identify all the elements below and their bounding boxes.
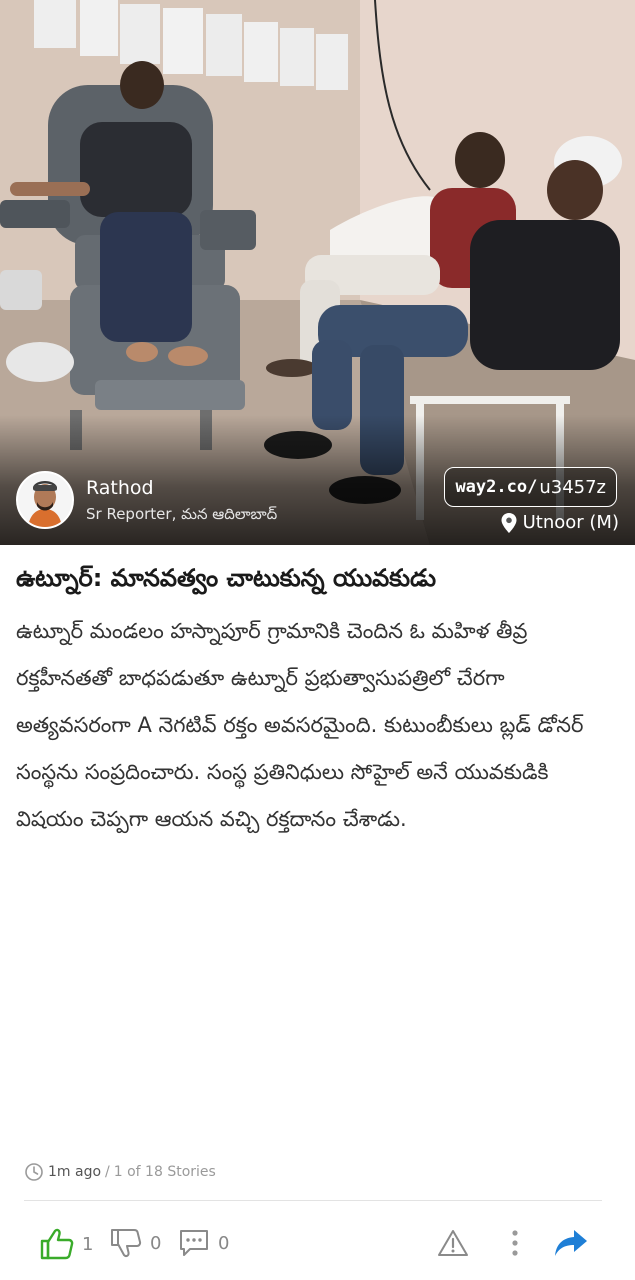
comment-icon [180,1230,208,1256]
meta-separator: / [105,1164,110,1180]
hero-photo: Rathod Sr Reporter, మన ఆదిలాబాద్ way2.co… [0,0,635,545]
story-time: 1m ago [48,1164,102,1180]
short-link-badge[interactable]: way2.co/ u3457z [444,467,617,507]
report-warning-icon [438,1230,468,1256]
reporter-role: Sr Reporter, మన ఆదిలాబాద్ [86,505,278,523]
location-text: Utnoor (M) [522,512,619,533]
story-position: 1 of 18 Stories [113,1164,216,1180]
action-bar: 1 0 0 [0,1222,635,1268]
dislike-button[interactable]: 0 [110,1228,161,1258]
dislike-count: 0 [150,1232,162,1254]
reporter-info[interactable]: Rathod Sr Reporter, మన ఆదిలాబాద్ [16,471,277,529]
comment-count: 0 [218,1232,230,1254]
like-count: 1 [82,1233,94,1255]
thumbs-down-icon [111,1229,142,1258]
story-meta: 1m ago / 1 of 18 Stories [24,1162,216,1182]
report-button[interactable] [436,1226,470,1260]
like-button[interactable]: 1 [40,1228,93,1260]
article-headline: ఉట్నూర్: మానవత్వం చాటుకున్న యువకుడు [16,564,437,592]
more-options-button[interactable] [498,1226,532,1260]
reporter-avatar[interactable] [16,471,74,529]
reporter-name[interactable]: Rathod [86,475,277,501]
divider [24,1200,602,1201]
article-body: ఉట్నూర్ మండలం హస్నాపూర్ గ్రామానికి చెంది… [16,619,584,831]
location-pin-icon [501,512,517,533]
share-arrow-icon [555,1230,587,1256]
short-link-brand: way2.co/ [455,477,538,497]
clock-icon [25,1163,43,1181]
share-button[interactable] [552,1226,590,1260]
thumbs-up-icon [40,1228,74,1260]
location-tag: Utnoor (M) [501,512,619,533]
avatar-image [18,473,72,527]
short-link-code: u3457z [539,476,606,498]
more-vertical-icon [512,1230,518,1256]
comment-button[interactable]: 0 [178,1228,229,1258]
